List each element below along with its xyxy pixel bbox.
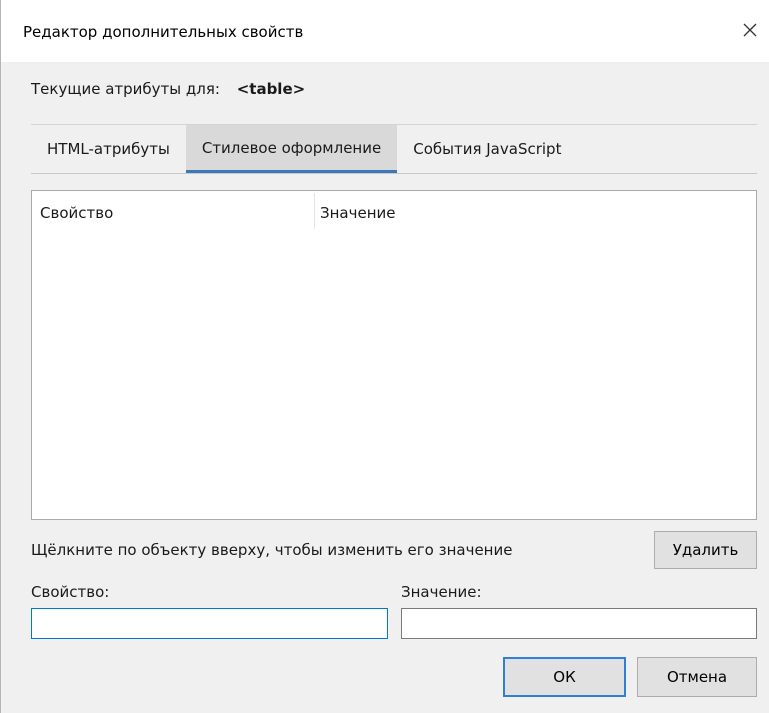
value-input[interactable] (401, 608, 757, 639)
delete-button[interactable]: Удалить (654, 531, 757, 569)
tabs-divider-bottom (31, 173, 757, 174)
close-button[interactable] (730, 10, 769, 50)
close-icon (743, 23, 757, 37)
tab-style[interactable]: Стилевое оформление (185, 125, 398, 173)
cancel-button[interactable]: Отмена (637, 657, 757, 697)
window-title: Редактор дополнительных свойств (23, 23, 304, 41)
grid-header: Свойство Значение (32, 191, 756, 231)
title-bar: Редактор дополнительных свойств (1, 0, 769, 62)
hint-text: Щёлкните по объекту вверху, чтобы измени… (31, 541, 513, 559)
tab-html-attributes[interactable]: HTML-атрибуты (31, 125, 186, 173)
ok-button[interactable]: ОК (503, 657, 626, 697)
value-label: Значение: (401, 583, 482, 601)
current-tag: <table> (236, 80, 306, 98)
property-input[interactable] (31, 608, 388, 639)
properties-editor-dialog: Редактор дополнительных свойств Текущие … (0, 0, 769, 713)
column-header-property[interactable]: Свойство (40, 204, 113, 222)
column-separator[interactable] (314, 193, 315, 229)
tab-strip: HTML-атрибуты Стилевое оформление Событи… (31, 125, 577, 173)
property-label: Свойство: (31, 583, 110, 601)
properties-grid[interactable]: Свойство Значение (31, 190, 757, 520)
tab-javascript-events[interactable]: События JavaScript (397, 125, 577, 173)
current-attributes-row: Текущие атрибуты для: <table> (31, 80, 305, 98)
current-attributes-label: Текущие атрибуты для: (31, 80, 220, 98)
column-header-value[interactable]: Значение (320, 204, 396, 222)
